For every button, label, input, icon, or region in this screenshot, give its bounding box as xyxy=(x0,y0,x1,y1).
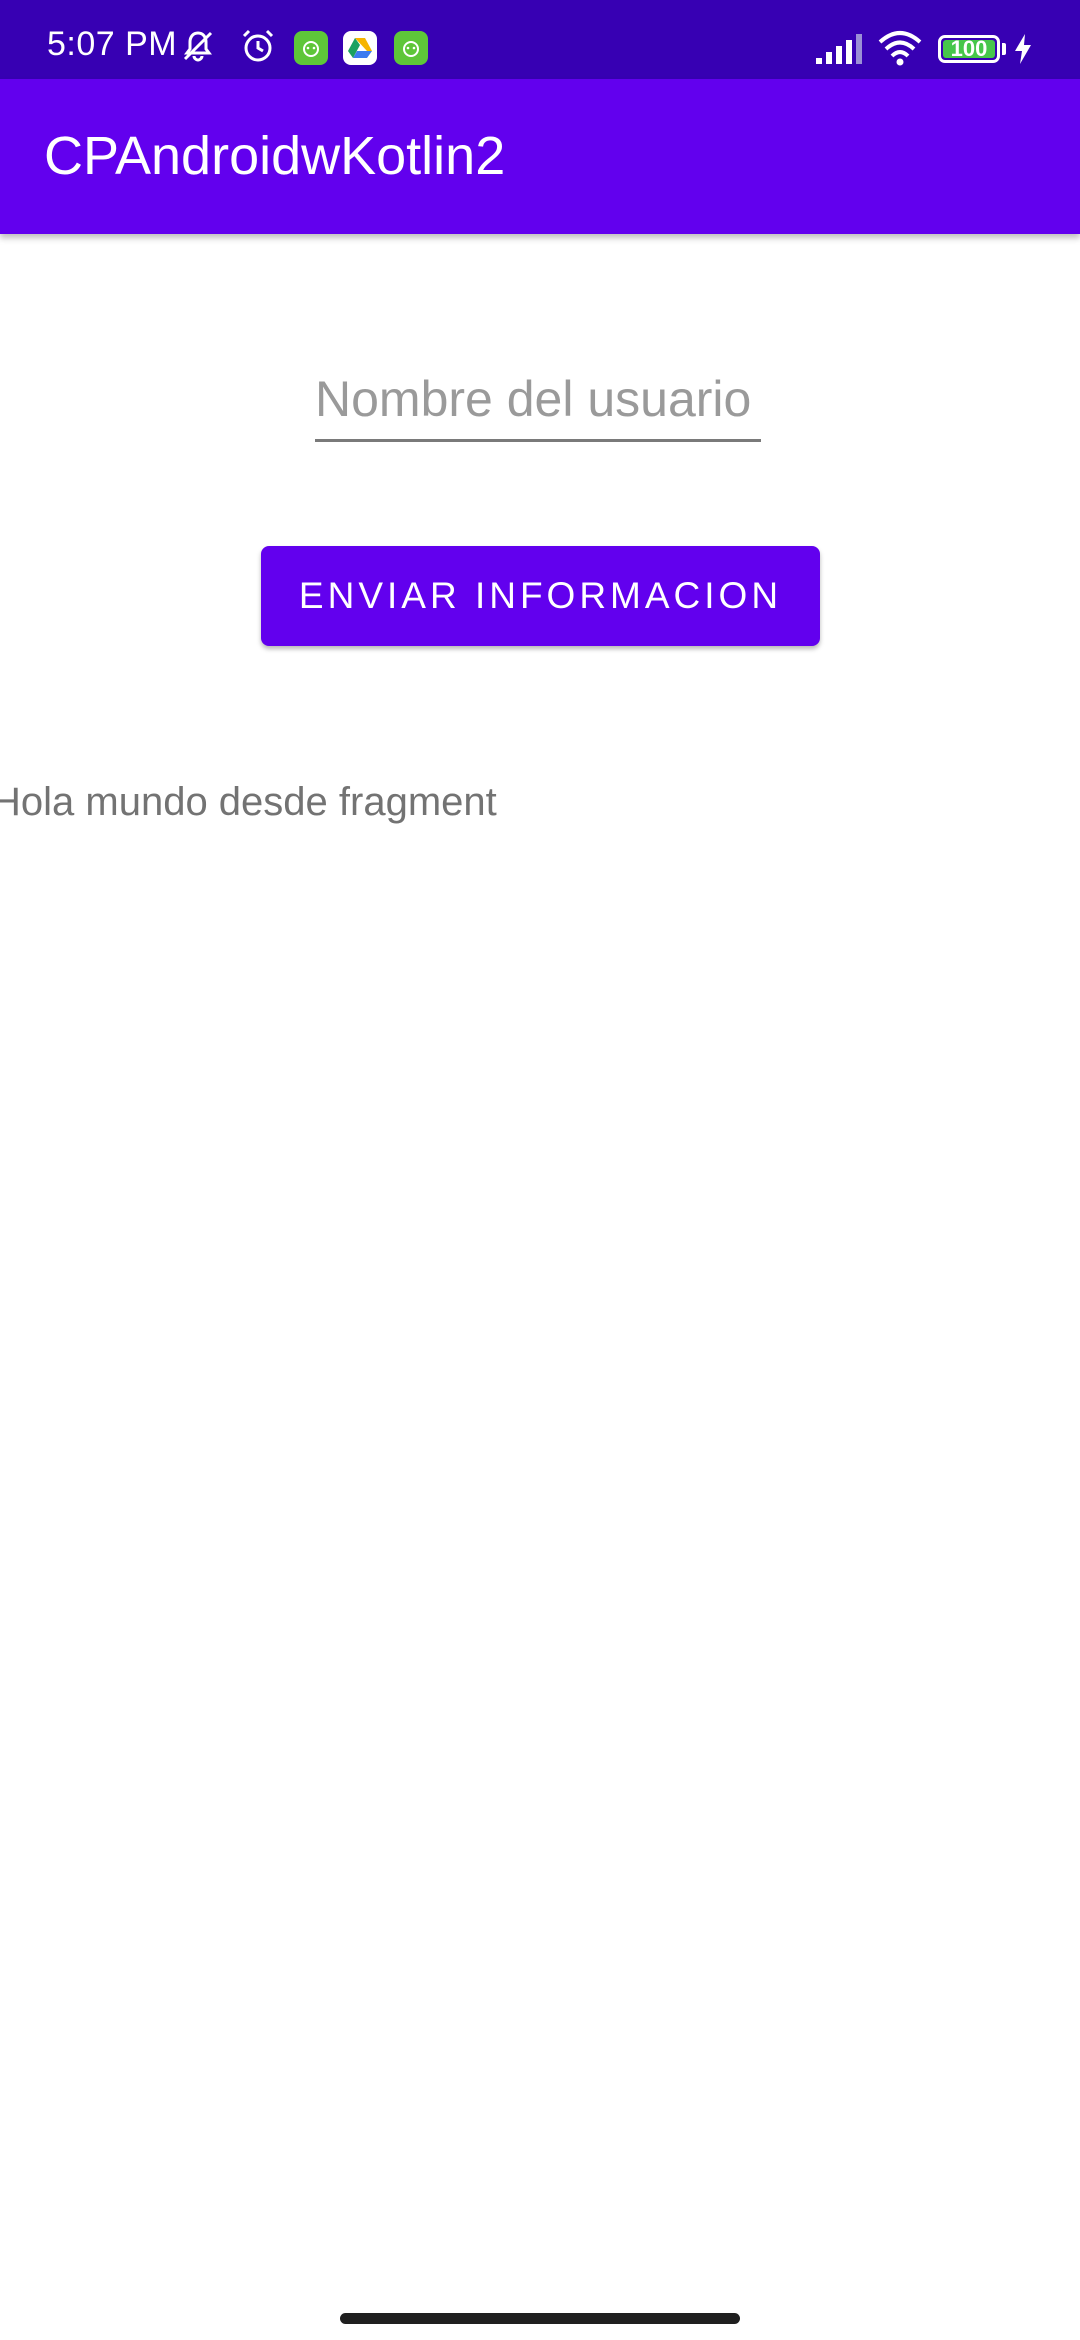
app-title: CPAndroidwKotlin2 xyxy=(44,126,506,186)
battery-tip xyxy=(1002,43,1006,55)
muted-bell-icon xyxy=(183,31,213,62)
gesture-navigation-handle[interactable] xyxy=(340,2313,740,2324)
send-info-button[interactable]: ENVIAR INFORMACION xyxy=(261,546,820,646)
cellular-signal-icon xyxy=(816,34,862,64)
charging-bolt-icon xyxy=(1015,34,1031,64)
user-name-input[interactable] xyxy=(315,364,761,442)
wifi-icon xyxy=(878,31,922,66)
drive-icon xyxy=(343,31,377,65)
fragment-message: Hola mundo desde fragment xyxy=(0,780,497,824)
alarm-icon xyxy=(242,29,274,62)
battery-icon: 100 xyxy=(938,35,1000,63)
status-time: 5:07 PM xyxy=(47,25,178,63)
app-screen: 5:07 PM 100 CPAndroidwKotlin2 Nombre del… xyxy=(0,0,1080,2340)
app-notification-icon xyxy=(294,31,328,65)
app-bar: CPAndroidwKotlin2 xyxy=(0,79,1080,234)
status-bar: 5:07 PM 100 xyxy=(0,0,1080,79)
battery-level: 100 xyxy=(950,36,988,61)
app-notification-icon xyxy=(394,31,428,65)
